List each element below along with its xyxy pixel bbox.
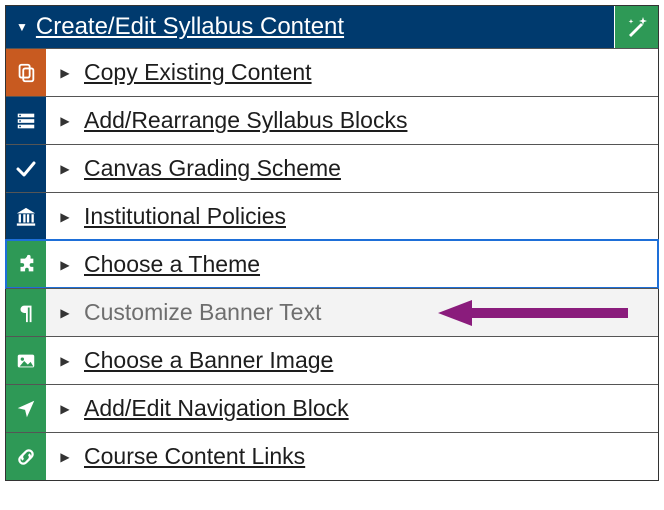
row-choose-banner-image[interactable]: ▶ Choose a Banner Image bbox=[6, 336, 658, 384]
row-canvas-grading-scheme[interactable]: ▶ Canvas Grading Scheme bbox=[6, 144, 658, 192]
chevron-right-icon: ▶ bbox=[60, 306, 70, 320]
row-body: ▶ Add/Rearrange Syllabus Blocks bbox=[46, 97, 658, 144]
link-icon bbox=[6, 433, 46, 480]
row-label[interactable]: Choose a Theme bbox=[84, 251, 260, 278]
row-label[interactable]: Canvas Grading Scheme bbox=[84, 155, 341, 182]
panel-title[interactable]: Create/Edit Syllabus Content bbox=[36, 13, 344, 41]
chevron-right-icon: ▶ bbox=[60, 114, 70, 128]
chevron-right-icon: ▶ bbox=[60, 354, 70, 368]
row-institutional-policies[interactable]: ▶ Institutional Policies bbox=[6, 192, 658, 240]
magic-wand-button[interactable] bbox=[614, 6, 658, 48]
row-body: ▶ Customize Banner Text bbox=[46, 289, 658, 336]
row-label[interactable]: Add/Edit Navigation Block bbox=[84, 395, 349, 422]
row-label[interactable]: Institutional Policies bbox=[84, 203, 286, 230]
copy-icon bbox=[6, 49, 46, 96]
row-body: ▶ Copy Existing Content bbox=[46, 49, 658, 96]
chevron-right-icon: ▶ bbox=[60, 258, 70, 272]
magic-wand-icon bbox=[625, 15, 649, 39]
pilcrow-icon bbox=[6, 289, 46, 336]
panel-header-main[interactable]: ▼ Create/Edit Syllabus Content bbox=[6, 6, 614, 48]
row-label[interactable]: Customize Banner Text bbox=[84, 299, 321, 326]
row-body: ▶ Add/Edit Navigation Block bbox=[46, 385, 658, 432]
row-course-content-links[interactable]: ▶ Course Content Links bbox=[6, 432, 658, 480]
panel-header: ▼ Create/Edit Syllabus Content bbox=[6, 6, 658, 48]
row-body: ▶ Choose a Theme bbox=[46, 241, 658, 288]
chevron-right-icon: ▶ bbox=[60, 210, 70, 224]
row-choose-theme[interactable]: ▶ Choose a Theme bbox=[6, 240, 658, 288]
chevron-right-icon: ▶ bbox=[60, 450, 70, 464]
row-body: ▶ Canvas Grading Scheme bbox=[46, 145, 658, 192]
row-body: ▶ Course Content Links bbox=[46, 433, 658, 480]
row-body: ▶ Choose a Banner Image bbox=[46, 337, 658, 384]
chevron-right-icon: ▶ bbox=[60, 402, 70, 416]
puzzle-icon bbox=[6, 241, 46, 288]
check-icon bbox=[6, 145, 46, 192]
row-label[interactable]: Choose a Banner Image bbox=[84, 347, 333, 374]
row-add-edit-navigation-block[interactable]: ▶ Add/Edit Navigation Block bbox=[6, 384, 658, 432]
row-label[interactable]: Add/Rearrange Syllabus Blocks bbox=[84, 107, 407, 134]
row-body: ▶ Institutional Policies bbox=[46, 193, 658, 240]
syllabus-panel: ▼ Create/Edit Syllabus Content ▶ Copy Ex… bbox=[5, 5, 659, 481]
row-add-rearrange-blocks[interactable]: ▶ Add/Rearrange Syllabus Blocks bbox=[6, 96, 658, 144]
chevron-right-icon: ▶ bbox=[60, 66, 70, 80]
row-copy-existing-content[interactable]: ▶ Copy Existing Content bbox=[6, 48, 658, 96]
row-label[interactable]: Course Content Links bbox=[84, 443, 305, 470]
row-label[interactable]: Copy Existing Content bbox=[84, 59, 312, 86]
blocks-icon bbox=[6, 97, 46, 144]
row-customize-banner-text[interactable]: ▶ Customize Banner Text bbox=[6, 288, 658, 336]
chevron-down-icon: ▼ bbox=[16, 20, 28, 34]
institution-icon bbox=[6, 193, 46, 240]
chevron-right-icon: ▶ bbox=[60, 162, 70, 176]
image-icon bbox=[6, 337, 46, 384]
nav-arrow-icon bbox=[6, 385, 46, 432]
